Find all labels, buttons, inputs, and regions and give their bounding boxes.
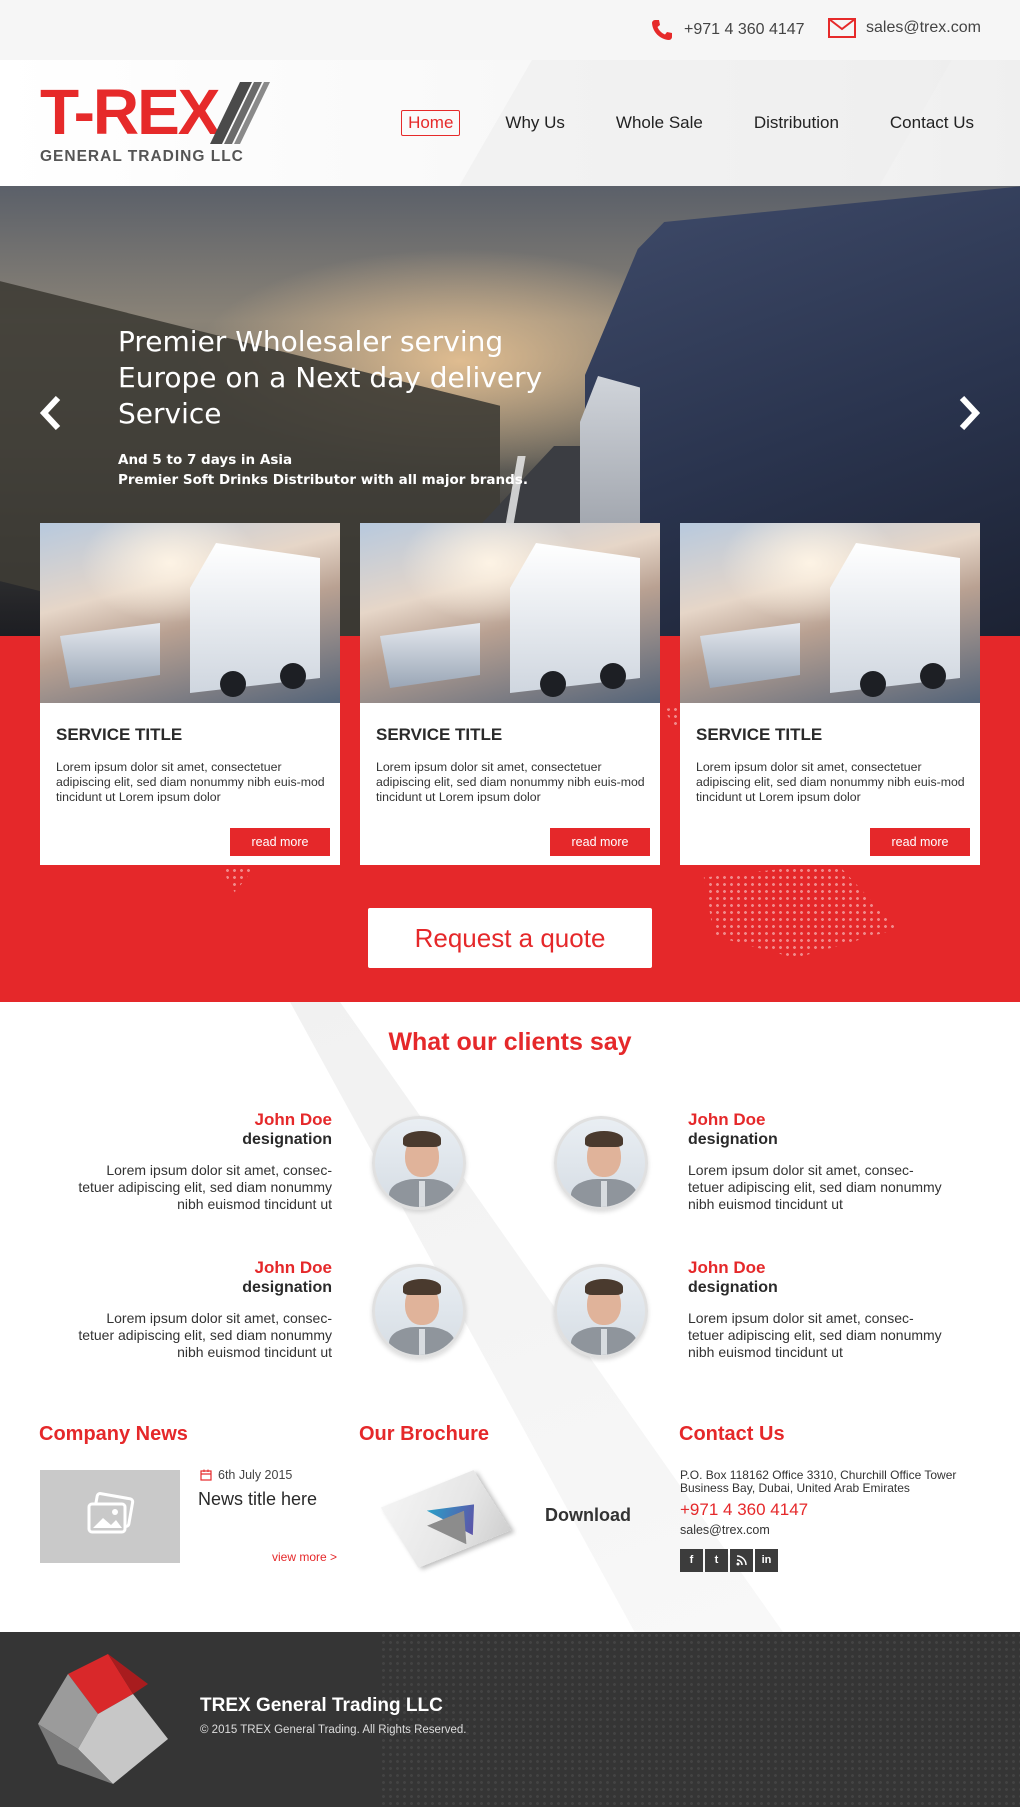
footer-copyright: © 2015 TREX General Trading. All Rights …	[200, 1724, 467, 1736]
topbar-phone-text: +971 4 360 4147	[684, 21, 805, 38]
news-date: 6th July 2015	[200, 1468, 292, 1482]
client-name: John Doe	[254, 1110, 332, 1129]
service-text: Lorem ipsum dolor sit amet, consectetuer…	[696, 760, 965, 804]
company-news-title: Company News	[39, 1423, 188, 1445]
client-designation: designation	[688, 1131, 778, 1148]
testimonial: John Doe designation Lorem ipsum dolor s…	[688, 1110, 948, 1213]
read-more-button[interactable]: read more	[870, 828, 970, 856]
client-quote: Lorem ipsum dolor sit amet, consec-tetue…	[688, 1162, 942, 1212]
client-quote: Lorem ipsum dolor sit amet, consec-tetue…	[688, 1310, 942, 1360]
view-more-link[interactable]: view more >	[272, 1550, 337, 1564]
logo-text: T-REX	[40, 76, 220, 148]
client-name: John Doe	[688, 1258, 766, 1277]
client-designation: designation	[242, 1279, 332, 1296]
read-more-button[interactable]: read more	[230, 828, 330, 856]
contact-title: Contact Us	[679, 1423, 785, 1445]
slider-prev-arrow-icon[interactable]	[38, 396, 64, 430]
footer-company: TREX General Trading LLC	[200, 1695, 443, 1716]
contact-email[interactable]: sales@trex.com	[680, 1523, 770, 1537]
hero-subtext: And 5 to 7 days in Asia Premier Soft Dri…	[118, 450, 588, 490]
service-image	[360, 523, 660, 703]
service-card: SERVICE TITLE Lorem ipsum dolor sit amet…	[360, 523, 660, 865]
testimonial: John Doe designation Lorem ipsum dolor s…	[72, 1110, 332, 1213]
download-link[interactable]: Download	[545, 1505, 631, 1526]
calendar-icon	[200, 1469, 212, 1481]
client-quote: Lorem ipsum dolor sit amet, consec-tetue…	[78, 1162, 332, 1212]
trex-emblem-icon	[38, 1654, 168, 1784]
client-quote: Lorem ipsum dolor sit amet, consec-tetue…	[78, 1310, 332, 1360]
hero-headline: Premier Wholesaler serving Europe on a N…	[118, 325, 543, 430]
news-headline[interactable]: News title here	[198, 1489, 317, 1510]
service-title: SERVICE TITLE	[56, 725, 183, 744]
topbar-email[interactable]: sales@trex.com	[828, 18, 981, 38]
client-designation: designation	[242, 1131, 332, 1148]
social-links: f t in	[680, 1549, 780, 1572]
hero-subtext-line1: And 5 to 7 days in Asia	[118, 452, 293, 468]
client-avatar	[372, 1116, 466, 1210]
hero-subtext-line2: Premier Soft Drinks Distributor with all…	[118, 472, 528, 488]
service-title: SERVICE TITLE	[696, 725, 823, 744]
phone-icon	[652, 20, 672, 40]
testimonials-title: What our clients say	[388, 1028, 632, 1056]
client-avatar	[554, 1264, 648, 1358]
footer-world-map	[380, 1632, 1020, 1807]
facebook-icon[interactable]: f	[680, 1549, 703, 1572]
service-card: SERVICE TITLE Lorem ipsum dolor sit amet…	[40, 523, 340, 865]
news-date-text: 6th July 2015	[218, 1468, 293, 1482]
slider-next-arrow-icon[interactable]	[956, 396, 982, 430]
nav-home[interactable]: Home	[401, 110, 461, 136]
mail-icon	[828, 18, 856, 38]
nav-contact-us[interactable]: Contact Us	[884, 111, 980, 135]
site-header: T-REX GENERAL TRADING LLC Home Why Us Wh…	[0, 60, 1020, 186]
logo-subtitle: GENERAL TRADING LLC	[40, 148, 244, 165]
linkedin-icon[interactable]: in	[755, 1549, 778, 1572]
client-avatar	[554, 1116, 648, 1210]
service-text: Lorem ipsum dolor sit amet, consectetuer…	[376, 760, 645, 804]
rss-icon[interactable]	[730, 1549, 753, 1572]
main-nav: Home Why Us Whole Sale Distribution Cont…	[362, 110, 980, 136]
news-thumbnail[interactable]	[40, 1470, 180, 1563]
nav-why-us[interactable]: Why Us	[499, 111, 571, 135]
testimonial: John Doe designation Lorem ipsum dolor s…	[72, 1258, 332, 1361]
request-quote-button[interactable]: Request a quote	[368, 908, 652, 968]
topbar-phone[interactable]: +971 4 360 4147	[650, 18, 805, 42]
testimonial: John Doe designation Lorem ipsum dolor s…	[688, 1258, 948, 1361]
site-footer: TREX General Trading LLC © 2015 TREX Gen…	[0, 1632, 1020, 1807]
client-name: John Doe	[688, 1110, 766, 1129]
service-image	[40, 523, 340, 703]
client-name: John Doe	[254, 1258, 332, 1277]
contact-phone[interactable]: +971 4 360 4147	[680, 1500, 808, 1520]
image-placeholder-icon	[87, 1492, 135, 1534]
twitter-icon[interactable]: t	[705, 1549, 728, 1572]
service-image	[680, 523, 980, 703]
client-designation: designation	[688, 1279, 778, 1296]
nav-whole-sale[interactable]: Whole Sale	[610, 111, 709, 135]
nav-distribution[interactable]: Distribution	[748, 111, 845, 135]
trex-logo[interactable]: T-REX GENERAL TRADING LLC	[40, 80, 270, 170]
hero-caption: Premier Wholesaler serving Europe on a N…	[118, 324, 588, 490]
client-avatar	[372, 1264, 466, 1358]
service-card: SERVICE TITLE Lorem ipsum dolor sit amet…	[680, 523, 980, 865]
contact-address: P.O. Box 118162 Office 3310, Churchill O…	[680, 1468, 957, 1495]
logo-slash-icon	[210, 82, 270, 144]
brochure-title: Our Brochure	[359, 1423, 490, 1445]
service-text: Lorem ipsum dolor sit amet, consectetuer…	[56, 760, 325, 804]
read-more-button[interactable]: read more	[550, 828, 650, 856]
service-cards: SERVICE TITLE Lorem ipsum dolor sit amet…	[40, 523, 980, 865]
service-title: SERVICE TITLE	[376, 725, 503, 744]
topbar-email-text: sales@trex.com	[866, 19, 981, 36]
brochure-image[interactable]	[380, 1470, 512, 1570]
top-contact-bar: +971 4 360 4147 sales@trex.com	[0, 0, 1020, 60]
